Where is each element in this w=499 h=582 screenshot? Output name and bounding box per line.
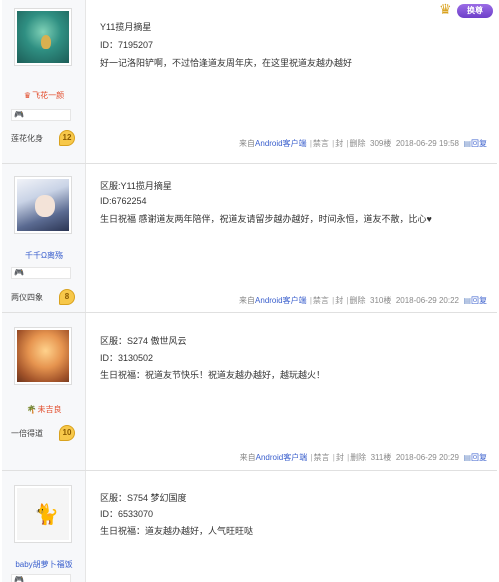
swap-button-label: 换尊 (457, 4, 493, 18)
avatar[interactable] (14, 8, 72, 66)
medal-box: 🎮 (11, 267, 71, 279)
reply-link[interactable]: 回复 (471, 296, 487, 305)
post-line: 区服：S274 傲世风云 (100, 336, 187, 346)
block-link[interactable]: 封 (335, 139, 343, 148)
ban-link[interactable]: 禁言 (313, 296, 329, 305)
post-floor: ♛飞花一颜 🎮 莲花化身 12 Y11揽月摘星 ID：7195207 好一记洛阳… (2, 0, 497, 163)
ban-link[interactable]: 禁言 (313, 139, 329, 148)
post-content: 区服：S274 傲世风云 ID：3130502 生日祝福：祝道友节快乐！祝道友越… (86, 313, 497, 470)
reply-icon: ▤ (463, 296, 471, 305)
level-badge: 8 (59, 289, 75, 305)
post-line: 生日祝福：道友越办越好，人气旺旺哒 (100, 526, 254, 536)
user-sidebar: 千千Ω离殇 🎮 两仪四象 8 (2, 164, 86, 312)
level-badge: 12 (59, 130, 75, 146)
post-content: Y11揽月摘星 ID：7195207 好一记洛阳铲啊，不过恰逢道友周年庆，在这里… (86, 0, 497, 163)
post-footer: 来自Android客户端 |禁言 |封 |删除 311楼 2018-06-29 … (239, 453, 487, 462)
palm-icon: 🌴 (26, 405, 37, 414)
reply-icon: ▤ (463, 139, 471, 148)
medal-icon: 🎮 (14, 110, 24, 119)
post-line: 区服:Y11揽月摘星 (100, 181, 172, 191)
post-footer: 来自Android客户端 |禁言 |封 |删除 310楼 2018-06-29 … (239, 296, 487, 305)
level-title: 莲花化身 (11, 134, 43, 143)
swap-button[interactable]: ♛ 换尊 (439, 1, 495, 20)
post-line: 生日祝福：祝道友节快乐！祝道友越办越好，越玩越火！ (100, 370, 326, 380)
reply-link[interactable]: 回复 (471, 139, 487, 148)
crown-icon: ♛ (439, 1, 452, 17)
post-time: 2018-06-29 20:29 (395, 453, 459, 462)
level-title: 一倍得道 (11, 429, 43, 438)
post-line: 生日祝福 感谢道友两年陪伴，祝道友请留步越办越好，时间永恒，道友不散，比心♥ (100, 214, 432, 224)
floor-number: 311楼 (370, 453, 392, 462)
level-badge: 10 (59, 425, 75, 441)
post-content: 区服：S754 梦幻国度 ID：6533070 生日祝福：道友越办越好，人气旺旺… (86, 471, 497, 582)
level-title: 两仪四象 (11, 293, 43, 302)
client-link[interactable]: Android客户端 (256, 453, 308, 462)
vip-icon: ♛ (23, 91, 32, 100)
post-line: ID：3130502 (100, 353, 154, 363)
post-line: 区服：S754 梦幻国度 (100, 493, 187, 503)
delete-link[interactable]: 删除 (350, 453, 366, 462)
post-line: Y11揽月摘星 (100, 22, 152, 32)
post-time: 2018-06-29 19:58 (395, 139, 459, 148)
post-floor: 🌴未吉良 一倍得道 10 区服：S274 傲世风云 ID：3130502 生日祝… (2, 312, 497, 470)
post-line: 好一记洛阳铲啊，不过恰逢道友周年庆，在这里祝道友越办越好 (100, 58, 353, 68)
avatar[interactable] (14, 485, 72, 543)
medal-box: 🎮 (11, 109, 71, 121)
user-sidebar: ♛飞花一颜 🎮 莲花化身 12 (2, 0, 86, 163)
username[interactable]: ♛飞花一颜 (2, 90, 86, 101)
post-floor: 千千Ω离殇 🎮 两仪四象 8 区服:Y11揽月摘星 ID:6762254 生日祝… (2, 163, 497, 312)
user-sidebar: baby胡萝卜福饭 🎮 (2, 471, 86, 582)
username[interactable]: 千千Ω离殇 (2, 250, 86, 261)
user-level[interactable]: 一倍得道 10 (11, 425, 75, 441)
avatar[interactable] (14, 327, 72, 385)
post-line: ID：6533070 (100, 509, 154, 519)
reply-icon: ▤ (463, 453, 471, 462)
client-link[interactable]: Android客户端 (255, 139, 307, 148)
block-link[interactable]: 封 (335, 296, 343, 305)
medal-box: 🎮 (11, 574, 71, 582)
post-line: ID:6762254 (100, 196, 147, 206)
post-floor: baby胡萝卜福饭 🎮 区服：S754 梦幻国度 ID：6533070 生日祝福… (2, 470, 497, 582)
avatar[interactable] (14, 176, 72, 234)
user-sidebar: 🌴未吉良 一倍得道 10 (2, 313, 86, 470)
user-level[interactable]: 莲花化身 12 (11, 130, 75, 146)
client-link[interactable]: Android客户端 (255, 296, 307, 305)
post-time: 2018-06-29 20:22 (395, 296, 459, 305)
username[interactable]: baby胡萝卜福饭 (2, 559, 86, 570)
block-link[interactable]: 封 (336, 453, 344, 462)
medal-icon: 🎮 (14, 268, 24, 277)
post-list: ♛飞花一颜 🎮 莲花化身 12 Y11揽月摘星 ID：7195207 好一记洛阳… (0, 0, 499, 582)
delete-link[interactable]: 删除 (350, 139, 366, 148)
post-line: ID：7195207 (100, 40, 154, 50)
post-footer: 来自Android客户端 |禁言 |封 |删除 309楼 2018-06-29 … (239, 139, 487, 148)
user-level[interactable]: 两仪四象 8 (11, 289, 75, 305)
floor-number: 310楼 (370, 296, 392, 305)
username[interactable]: 🌴未吉良 (2, 404, 86, 415)
reply-link[interactable]: 回复 (471, 453, 487, 462)
ban-link[interactable]: 禁言 (314, 453, 330, 462)
delete-link[interactable]: 删除 (350, 296, 366, 305)
post-content: 区服:Y11揽月摘星 ID:6762254 生日祝福 感谢道友两年陪伴，祝道友请… (86, 164, 497, 312)
floor-number: 309楼 (370, 139, 392, 148)
medal-icon: 🎮 (14, 575, 24, 582)
